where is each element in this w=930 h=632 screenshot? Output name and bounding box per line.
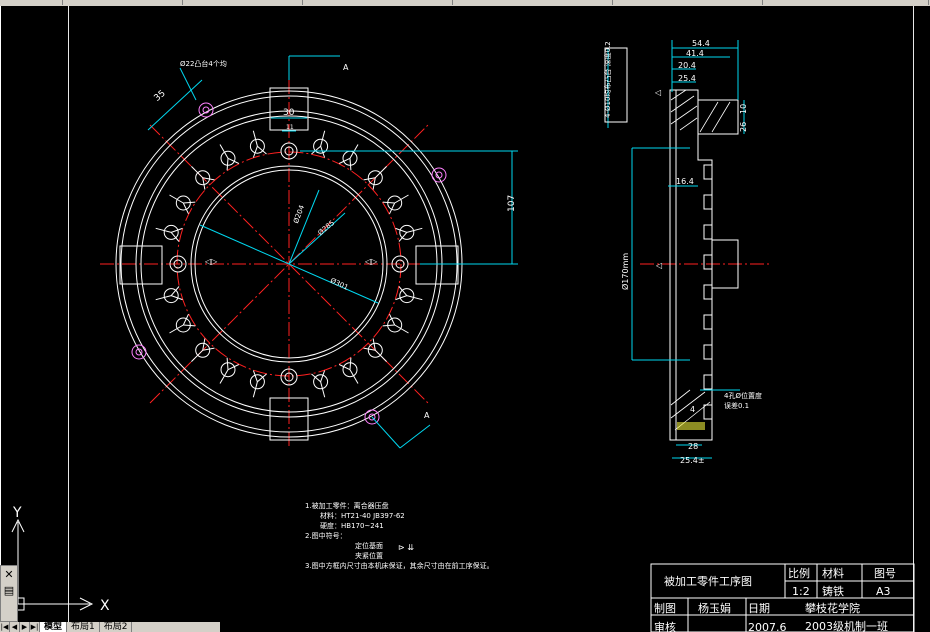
rib-line: [252, 130, 258, 147]
dim-28: 28: [688, 442, 698, 451]
school-name: 攀枝花学院: [805, 601, 860, 615]
drawing-no-value: A3: [876, 585, 891, 598]
dim-301: Ø301: [329, 277, 349, 292]
rib-line: [349, 357, 352, 370]
side-note-vertical: 4-Ø10均布凸台 深度0.2: [603, 41, 612, 118]
drafter-name: 杨玉娟: [698, 601, 731, 615]
scale-label: 比例: [788, 566, 810, 580]
section-label-top: A: [343, 63, 349, 72]
dim-11: 11: [286, 124, 294, 131]
dim-107: 107: [507, 195, 517, 212]
rib-line: [382, 324, 395, 327]
side-slot: [703, 164, 712, 180]
side-slot: [703, 374, 712, 390]
rib-line: [226, 158, 229, 171]
tab-layout-1[interactable]: 布局1: [67, 622, 100, 632]
rib-line: [191, 349, 204, 362]
rib-line: [183, 201, 196, 204]
dim-4: 4: [690, 405, 695, 414]
rib-line: [406, 295, 423, 301]
rib-line: [226, 357, 229, 370]
dim-10: 10: [739, 104, 748, 114]
drawing-canvas[interactable]: Ø22凸台4个均 35 30 11 107 Ø204 Ø285 Ø301 A A…: [0, 0, 930, 632]
rib-line: [155, 295, 172, 301]
dim-35: 35: [152, 89, 167, 104]
dim-25-4b: 25.4±: [680, 456, 705, 465]
side-slot: [703, 314, 712, 330]
dim-204: Ø204: [292, 204, 306, 225]
material-label: 材料: [822, 566, 844, 580]
note-tolerance: 误差0.1: [724, 401, 749, 410]
class-name: 2003级机制一班: [805, 619, 888, 632]
date-value: 2007.6: [748, 621, 787, 632]
svg-text:◁▷: ◁▷: [364, 257, 378, 266]
side-slot: [703, 404, 712, 420]
side-slot: [703, 344, 712, 360]
note-2-datum: 定位基面: [355, 541, 383, 550]
note-1-hardness: 硬度：HB170~241: [320, 521, 384, 530]
process-notes: 1.被加工零件：离合器压盘 材料：HT21-40 JB397-62 硬度：HB1…: [305, 501, 494, 570]
rib-line: [374, 166, 387, 179]
side-slot: [703, 284, 712, 300]
pin-icon[interactable]: ✕: [2, 568, 16, 582]
front-view: Ø22凸台4个均 35 30 11 107 Ø204 Ø285 Ø301 A A…: [100, 55, 518, 449]
note-2: 2.图中符号：: [305, 531, 347, 540]
rib-line: [183, 324, 196, 327]
ucs-y-label: Y: [12, 505, 22, 521]
dim-41-4: 41.4: [686, 49, 704, 58]
dim-16-4: 16.4: [676, 177, 694, 186]
checker-label: 审核: [654, 620, 676, 632]
dim-25-4: 25.4: [678, 74, 696, 83]
drafter-label: 制图: [654, 602, 676, 615]
rib-line: [320, 130, 326, 147]
note-3: 3.图中方框内尺寸由本机床保证，其余尺寸由在前工序保证。: [305, 561, 494, 570]
svg-text:◁: ◁: [655, 261, 662, 270]
dim-285: Ø285: [317, 219, 337, 237]
rib-line: [374, 349, 387, 362]
rib-line: [382, 201, 395, 204]
rib-line: [406, 227, 423, 233]
dim-20-4: 20.4: [678, 61, 696, 70]
dim-30: 30: [283, 108, 295, 118]
date-label: 日期: [748, 602, 770, 615]
rib-line: [252, 381, 258, 398]
rib-line: [155, 227, 172, 233]
material-value: 铸铁: [822, 584, 844, 598]
side-view: 54.4 41.4 20.4 25.4 10 26 16.4 Ø170mm 4 …: [603, 39, 770, 465]
last-tab-button[interactable]: ▶|: [30, 622, 40, 632]
dim-54-4: 54.4: [692, 39, 710, 48]
palette-panel[interactable]: ✕ ▤: [0, 565, 18, 622]
tab-layout-2[interactable]: 布局2: [100, 622, 133, 632]
scale-value: 1:2: [792, 585, 810, 598]
svg-text:◁▷: ◁▷: [204, 257, 218, 266]
hole-note: Ø22凸台4个均: [180, 59, 227, 68]
side-slot: [703, 224, 712, 240]
rib-line: [349, 158, 352, 171]
prev-tab-button[interactable]: ◀: [10, 622, 20, 632]
next-tab-button[interactable]: ▶: [20, 622, 30, 632]
svg-text:◁: ◁: [654, 88, 661, 97]
ucs-icon: [11, 518, 94, 611]
note-2-clamp: 夹紧位置: [355, 551, 383, 560]
dim-170: Ø170mm: [620, 253, 630, 290]
svg-text:⊳ ⇊: ⊳ ⇊: [398, 543, 414, 552]
ucs-x-label: X: [100, 598, 110, 614]
properties-icon[interactable]: ▤: [2, 584, 16, 598]
side-slot: [703, 194, 712, 210]
tab-model[interactable]: 模型: [40, 622, 68, 632]
section-label-bottom: A: [424, 411, 430, 420]
drawing-no-label: 图号: [874, 567, 896, 580]
rib-line: [320, 381, 326, 398]
note-1: 1.被加工零件：离合器压盘: [305, 501, 389, 510]
note-hole: 4孔Ø位置度: [724, 391, 762, 400]
dim-26: 26: [739, 122, 748, 132]
side-slot: [703, 254, 712, 270]
title-block-title: 被加工零件工序图: [664, 574, 752, 588]
title-block: 被加工零件工序图 比例 1:2 材料 铸铁 图号 A3 制图 杨玉娟 日期 攀枝…: [650, 563, 915, 632]
note-1-material: 材料：HT21-40 JB397-62: [320, 511, 405, 520]
first-tab-button[interactable]: |◀: [0, 622, 10, 632]
rib-line: [191, 166, 204, 179]
layout-tabs: |◀ ◀ ▶ ▶| 模型 布局1 布局2: [0, 622, 220, 632]
